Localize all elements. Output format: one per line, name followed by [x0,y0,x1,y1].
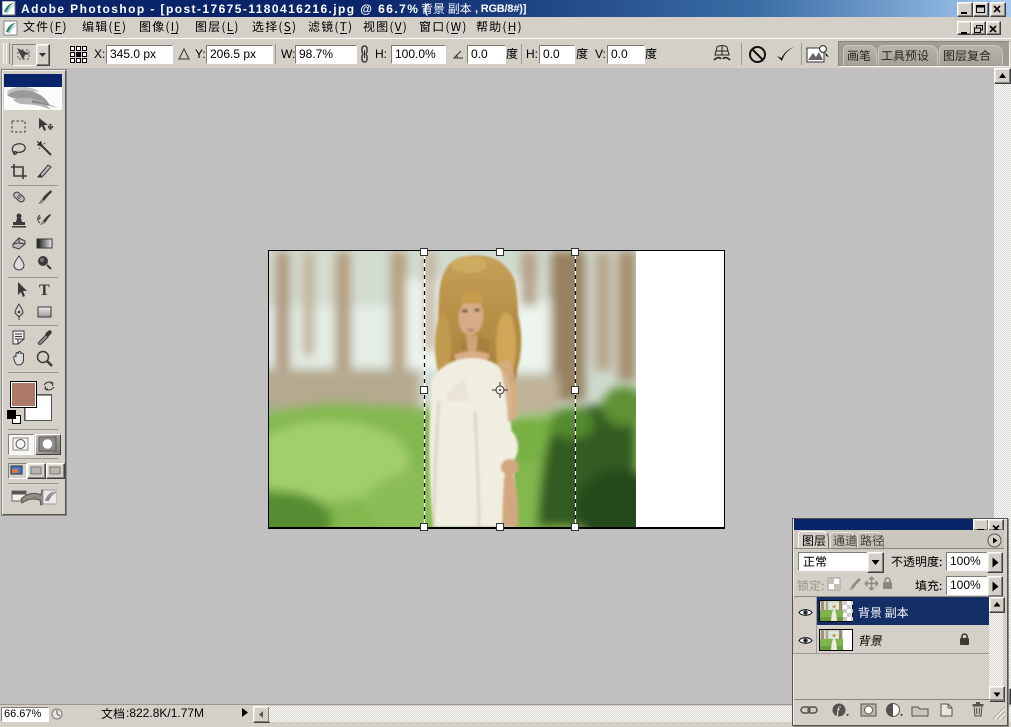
svg-text:T: T [39,282,50,299]
